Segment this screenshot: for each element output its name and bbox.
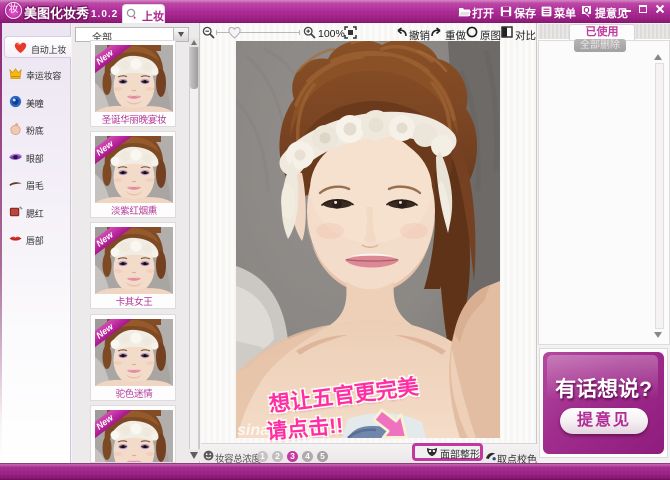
svg-text:Q: Q	[583, 6, 589, 15]
